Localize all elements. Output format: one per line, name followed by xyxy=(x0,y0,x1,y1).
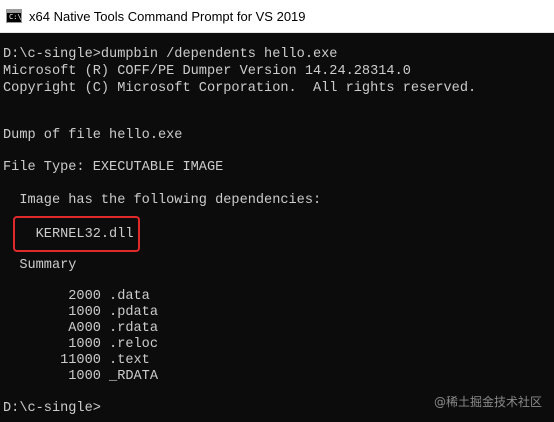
window-title: x64 Native Tools Command Prompt for VS 2… xyxy=(29,8,306,24)
terminal-window: C:\ x64 Native Tools Command Prompt for … xyxy=(0,0,554,422)
summary-row: 1000 .pdata xyxy=(3,305,158,320)
summary-row: 2000 .data xyxy=(3,289,150,304)
summary-row: 11000 .text xyxy=(3,353,150,368)
summary-row: A000 .rdata xyxy=(3,321,158,336)
output-line: File Type: EXECUTABLE IMAGE xyxy=(3,160,224,175)
command-line: D:\c-single>dumpbin /dependents hello.ex… xyxy=(3,47,338,62)
output-line: Summary xyxy=(3,258,77,273)
title-bar[interactable]: C:\ x64 Native Tools Command Prompt for … xyxy=(0,0,554,33)
prompt-line: D:\c-single> xyxy=(3,401,101,416)
output-line: Copyright (C) Microsoft Corporation. All… xyxy=(3,81,477,96)
console-icon: C:\ xyxy=(6,9,22,23)
summary-row: 1000 _RDATA xyxy=(3,369,158,384)
output-line: Microsoft (R) COFF/PE Dumper Version 14.… xyxy=(3,64,411,79)
console-output[interactable]: D:\c-single>dumpbin /dependents hello.ex… xyxy=(0,33,554,422)
highlight-box xyxy=(13,216,140,252)
output-line: Dump of file hello.exe xyxy=(3,128,183,143)
output-line: Image has the following dependencies: xyxy=(3,193,322,208)
watermark: @稀土掘金技术社区 xyxy=(433,395,542,409)
summary-row: 1000 .reloc xyxy=(3,337,158,352)
